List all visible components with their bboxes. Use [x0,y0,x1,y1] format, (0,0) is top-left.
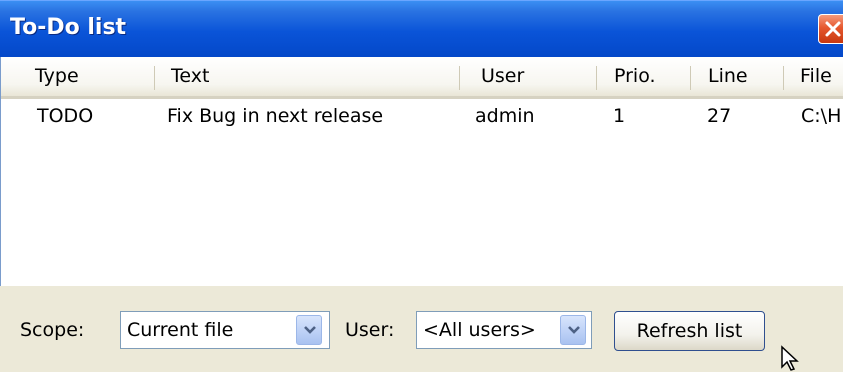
filter-toolbar: Scope: Current file User: <All users> Re… [0,286,843,372]
column-header-text[interactable]: Text [171,57,209,96]
user-select-value: <All users> [423,319,536,341]
scope-label: Scope: [20,319,85,341]
cell-prio: 1 [613,105,626,127]
column-separator[interactable] [596,66,597,90]
scope-select[interactable]: Current file [120,311,330,349]
column-header-user[interactable]: User [481,57,524,96]
column-separator[interactable] [690,66,691,90]
column-header-line[interactable]: Line [708,57,748,96]
window-title: To-Do list [10,15,127,40]
user-dropdown-button[interactable] [560,315,586,345]
user-label: User: [345,319,395,341]
scope-dropdown-button[interactable] [296,315,322,345]
chevron-down-icon [568,326,580,334]
cell-line: 27 [707,105,732,127]
close-icon [825,21,841,37]
column-header-file[interactable]: File [800,57,832,96]
todo-list[interactable]: Type Text User Prio. Line File TODO Fix … [0,57,843,335]
refresh-list-button[interactable]: Refresh list [614,311,765,351]
cell-user: admin [475,105,535,127]
mouse-pointer-icon [781,345,799,371]
cell-text: Fix Bug in next release [167,105,384,127]
chevron-down-icon [304,326,316,334]
todo-window: To-Do list Type Text User Prio. Line Fil… [0,0,843,372]
column-separator[interactable] [154,66,155,90]
column-separator[interactable] [459,66,460,90]
close-button[interactable] [818,14,843,44]
column-header-type[interactable]: Type [35,57,79,96]
scope-select-value: Current file [127,319,234,341]
list-header: Type Text User Prio. Line File [1,57,843,99]
cell-type: TODO [37,105,94,127]
column-header-prio[interactable]: Prio. [614,57,656,96]
cell-file: C:\H [801,105,842,127]
user-select[interactable]: <All users> [416,311,592,349]
column-separator[interactable] [783,66,784,90]
title-bar[interactable]: To-Do list [0,0,843,57]
